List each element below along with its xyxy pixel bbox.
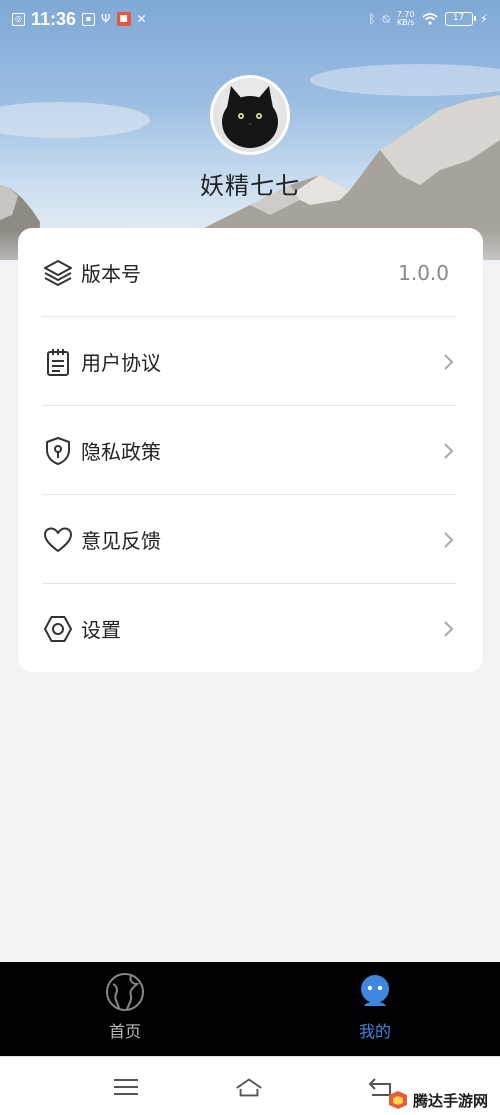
version-value: 1.0.0 bbox=[398, 260, 449, 285]
menu-icon[interactable] bbox=[111, 1075, 141, 1099]
hexagon-icon bbox=[42, 613, 74, 645]
wifi-icon bbox=[422, 13, 438, 25]
home-icon[interactable] bbox=[234, 1075, 264, 1099]
black-cat-icon bbox=[222, 86, 278, 148]
chevron-right-icon bbox=[444, 531, 454, 548]
avatar-image bbox=[213, 78, 287, 152]
usb-icon: Ψ bbox=[101, 12, 111, 26]
tab-label: 首页 bbox=[108, 1022, 141, 1041]
shield-icon bbox=[42, 435, 74, 467]
bottom-tab-bar: 首页 我的 bbox=[0, 962, 500, 1056]
charging-icon: ⚡ bbox=[479, 12, 488, 26]
menu-item-label: 用户协议 bbox=[81, 351, 161, 375]
menu-item-label: 设置 bbox=[81, 618, 121, 642]
tab-label: 我的 bbox=[358, 1022, 391, 1041]
clipboard-icon bbox=[42, 346, 74, 378]
chevron-right-icon bbox=[444, 353, 454, 370]
heart-icon bbox=[42, 524, 74, 556]
menu-item-privacy-policy[interactable]: 隐私政策 bbox=[18, 406, 483, 495]
globe-icon bbox=[106, 973, 144, 1011]
settings-menu-card: 版本号 1.0.0 用户协议 隐私政策 意见反馈 设置 bbox=[18, 228, 483, 672]
chevron-right-icon bbox=[444, 620, 454, 637]
status-bar: ◎ 11:36 ▪ Ψ ■ ✕ ᛒ ⍉ 7.70 KB/s 17 ⚡ bbox=[0, 0, 500, 38]
battery-indicator: 17 bbox=[444, 12, 476, 26]
bluetooth-icon: ᛒ bbox=[368, 12, 376, 26]
menu-item-settings[interactable]: 设置 bbox=[18, 584, 483, 673]
user-icon bbox=[361, 975, 389, 1006]
menu-item-feedback[interactable]: 意见反馈 bbox=[18, 495, 483, 584]
notification-icon: ▪ bbox=[82, 12, 96, 26]
tools-icon: ✕ bbox=[136, 12, 147, 26]
menu-item-label: 版本号 bbox=[81, 262, 141, 286]
tab-home[interactable]: 首页 bbox=[0, 962, 250, 1056]
menu-item-user-agreement[interactable]: 用户协议 bbox=[18, 317, 483, 406]
app-notification-icon: ■ bbox=[116, 12, 131, 26]
layers-icon bbox=[42, 257, 74, 289]
mute-icon: ⍉ bbox=[382, 11, 390, 26]
menu-item-label: 隐私政策 bbox=[81, 440, 161, 464]
watermark-logo-icon bbox=[388, 1091, 407, 1109]
network-speed: 7.70 KB/s bbox=[397, 11, 415, 27]
watermark: 腾达手游网 bbox=[387, 1088, 488, 1112]
menu-item-version[interactable]: 版本号 1.0.0 bbox=[18, 228, 483, 317]
menu-item-label: 意见反馈 bbox=[81, 529, 161, 553]
username: 妖精七七 bbox=[200, 172, 300, 200]
watermark-text: 腾达手游网 bbox=[412, 1091, 488, 1110]
sim-icon: ◎ bbox=[12, 12, 25, 26]
avatar[interactable] bbox=[210, 75, 290, 155]
network-speed-unit: KB/s bbox=[396, 18, 415, 27]
chevron-right-icon bbox=[444, 442, 454, 459]
status-time: 11:36 bbox=[31, 8, 77, 29]
tab-mine[interactable]: 我的 bbox=[250, 962, 500, 1056]
